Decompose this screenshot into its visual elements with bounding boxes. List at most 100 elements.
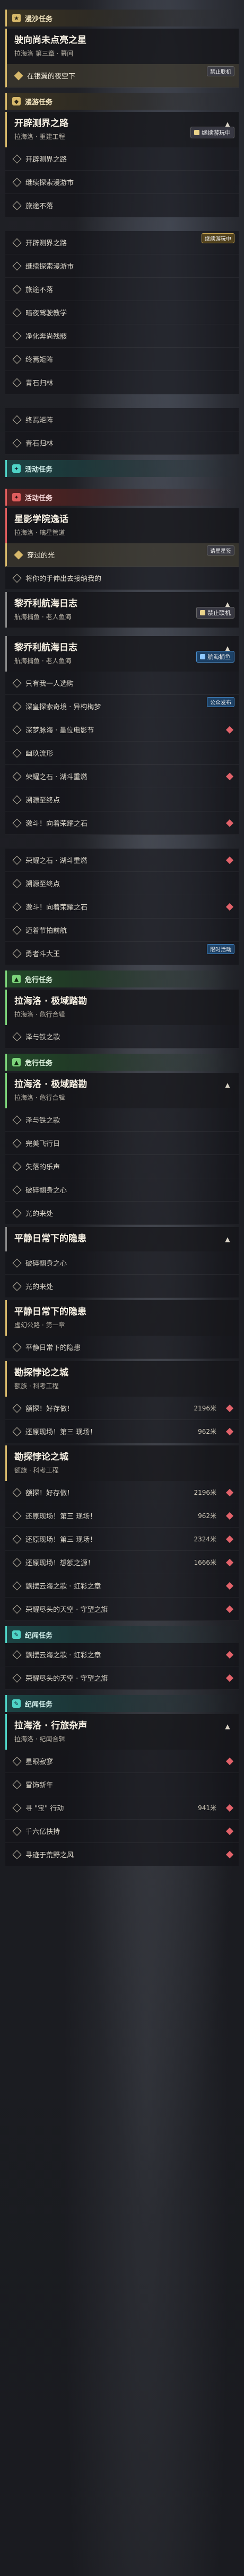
collapse-chevron-icon[interactable]: ▲ (223, 1080, 232, 1090)
task-item[interactable]: 旅途不落 (5, 194, 239, 217)
task-item[interactable]: 飘摆云海之歌 · 虹彩之章 (5, 1643, 239, 1666)
task-label: 青石归林 (25, 440, 54, 448)
task-item[interactable]: 幽玖流形 (5, 742, 239, 765)
task-item[interactable]: 破碎翻身之心 (5, 1251, 239, 1275)
quest-card[interactable]: 黎乔利航海日志 航海捕鱼 · 老人鱼海 ▲ 航海捕鱼 (5, 636, 239, 672)
task-item[interactable]: 还原现场！第三 现场！ 962米 (5, 1420, 239, 1443)
task-item[interactable]: 只有我一人选购 (5, 672, 239, 695)
task-item[interactable]: 泽与铁之歌 (5, 1025, 239, 1048)
task-checkbox-icon (12, 1343, 22, 1352)
task-item[interactable]: 激斗！向着荣耀之石 (5, 811, 239, 835)
task-item[interactable]: 荣耀尽头的天空 · 守望之旗 (5, 1666, 239, 1690)
distance-label: 2196米 (194, 1405, 216, 1412)
task-item[interactable]: 净化奔尚残骸 (5, 324, 239, 348)
task-item[interactable]: 溯源至终点 (5, 788, 239, 811)
collapse-chevron-icon[interactable]: ▲ (223, 1722, 232, 1731)
task-item[interactable]: 在银翼的夜空下 禁止联机 (5, 64, 239, 87)
task-item[interactable]: 穿过的光 请星星签 (5, 543, 239, 567)
task-item[interactable]: 泽与铁之歌 (5, 1108, 239, 1132)
quest-card[interactable]: 驶向尚未点亮之星 拉海洛 第三章 · 幕间 (5, 29, 239, 64)
task-item[interactable]: 开辟测界之路 (5, 147, 239, 171)
task-checkbox-icon (12, 1404, 22, 1413)
task-label: 迈着节拍前航 (25, 927, 67, 935)
task-item[interactable]: 平静日常下的隐患 (5, 1336, 239, 1359)
section-header-chronicle[interactable]: ✎ 纪闻任务 (5, 1626, 239, 1643)
task-item[interactable]: 荣耀之石 · 湖斗重燃 (5, 765, 239, 788)
section-header-event[interactable]: ✦ 活动任务 (5, 460, 239, 477)
task-item[interactable]: 雪饰新年 (5, 1773, 239, 1796)
quest-card[interactable]: 拉海洛 · 极域踏勘 拉海洛 · 危行合辑 ▲ (5, 1073, 239, 1108)
task-label: 深梦脉海 · 量位电影节 (25, 727, 94, 735)
task-item[interactable]: 继续探索漫游市 (5, 171, 239, 194)
section-header-event[interactable]: ✦ 活动任务 (5, 489, 239, 506)
task-item[interactable]: 暗夜驾驶教学 (5, 301, 239, 324)
task-label: 激斗！向着荣耀之石 (25, 904, 88, 912)
marker-diamond-icon (225, 1512, 234, 1520)
task-label: 还原现场！第三 现场！ (25, 1513, 97, 1521)
task-item[interactable]: 荣耀之石 · 湖斗重燃 (5, 849, 239, 872)
task-item[interactable]: 飘摆云海之歌 · 虹彩之章 (5, 1574, 239, 1598)
task-item[interactable]: 还原现场！第三 现场！ 2324米 (5, 1528, 239, 1551)
task-checkbox-icon (12, 308, 22, 317)
task-label: 荣耀尽头的天空 · 守望之旗 (25, 1606, 108, 1614)
section-header-main[interactable]: ★ 漫沙任务 (5, 10, 239, 27)
marker-diamond-icon (225, 726, 234, 734)
quest-card[interactable]: 星影学院逸话 拉海洛 · 璃星管道 (5, 508, 239, 543)
task-item[interactable]: 额探！好存做！ 2196米 (5, 1397, 239, 1420)
section-header-risk[interactable]: ▲ 危行任务 (5, 1054, 239, 1071)
quest-card[interactable]: 勘探悖论之城 额族 · 科考工程 (5, 1361, 239, 1397)
quest-card[interactable]: 勘探悖论之城 额族 · 科考工程 (5, 1445, 239, 1481)
quest-card[interactable]: 拉海洛 · 极域踏勘 拉海洛 · 危行合辑 (5, 990, 239, 1025)
task-item[interactable]: 终焉矩阵 (5, 348, 239, 371)
task-item[interactable]: 光的来处 (5, 1275, 239, 1298)
section-header-roaming[interactable]: ◆ 漫游任务 (5, 93, 239, 110)
task-checkbox-icon (12, 355, 22, 364)
task-label: 破碎翻身之心 (25, 1187, 67, 1195)
quest-title: 拉海洛 · 行旅杂声 (14, 1721, 88, 1731)
task-item[interactable]: 光的来处 (5, 1202, 239, 1225)
task-item[interactable]: 将你的手伸出去接纳我的 (5, 567, 239, 590)
task-item[interactable]: 还原现场！想额之源！ 1666米 (5, 1551, 239, 1574)
task-item[interactable]: 青石归林 (5, 431, 239, 455)
task-checkbox-icon (12, 725, 22, 734)
task-item[interactable]: 开辟测界之路 继续游玩中 (5, 231, 239, 254)
collapse-chevron-icon[interactable]: ▲ (223, 1234, 232, 1244)
task-item[interactable]: 千六亿扶持 (5, 1820, 239, 1843)
quest-title: 平静日常下的隐患 (14, 1307, 86, 1317)
task-item[interactable]: 寻迹于荒野之风 (5, 1843, 239, 1866)
task-item[interactable]: 终焉矩阵 (5, 408, 239, 431)
task-item[interactable]: 青石归林 (5, 371, 239, 394)
section-header-label: 漫游任务 (25, 98, 53, 107)
task-item[interactable]: 失落的乐声 (5, 1155, 239, 1178)
task-item[interactable]: 还原现场！第三 现场！ 962米 (5, 1504, 239, 1528)
quest-card[interactable]: 平静日常下的隐患 ▲ (5, 1227, 239, 1251)
task-item[interactable]: 星眼寂寥 (5, 1750, 239, 1773)
event-badge: 请星星签 (207, 545, 234, 555)
task-label: 开辟测界之路 (25, 240, 67, 248)
section-header-chronicle[interactable]: ✎ 纪闻任务 (5, 1695, 239, 1712)
distance-label: 941米 (198, 1804, 216, 1812)
task-item[interactable]: 深梦脉海 · 量位电影节 (5, 718, 239, 742)
task-item[interactable]: 破碎翻身之心 (5, 1178, 239, 1202)
task-item[interactable]: 溯源至终点 (5, 872, 239, 895)
quest-title: 勘探悖论之城 (14, 1452, 68, 1462)
task-item[interactable]: 额探！好存做！ 2196米 (5, 1481, 239, 1504)
quest-card[interactable]: 平静日常下的隐患 虚幻公路 · 第一章 (5, 1300, 239, 1336)
task-label: 泽与铁之歌 (25, 1117, 60, 1125)
quest-card[interactable]: 黎乔利航海日志 航海捕鱼 · 老人鱼海 ▲ 禁止联机 (5, 592, 239, 628)
task-item[interactable]: 荣耀尽头的天空 · 守望之旗 (5, 1598, 239, 1621)
task-item[interactable]: 勇者斗大王 限时活动 (5, 942, 239, 965)
task-item[interactable]: 深皇探索奇境 · 异构梅梦 公众发布 (5, 695, 239, 718)
task-label: 额探！好存做！ (25, 1405, 74, 1413)
section-header-risk[interactable]: ▲ 危行任务 (5, 971, 239, 987)
task-item[interactable]: 继续探索漫游市 (5, 254, 239, 278)
quest-subtitle: 拉海洛 · 璃星管道 (14, 529, 65, 536)
task-item[interactable]: 寻 "宝" 行动 941米 (5, 1796, 239, 1820)
task-item[interactable]: 激斗！向着荣耀之石 (5, 895, 239, 919)
task-item[interactable]: 完美飞行日 (5, 1132, 239, 1155)
task-label: 雪饰新年 (25, 1781, 54, 1789)
quest-card[interactable]: 开辟测界之路 拉海洛 · 重建工程 ▲ 继续游玩中 (5, 112, 239, 147)
task-item[interactable]: 迈着节拍前航 (5, 919, 239, 942)
task-item[interactable]: 旅途不落 (5, 278, 239, 301)
quest-card[interactable]: 拉海洛 · 行旅杂声 拉海洛 · 纪闻合辑 ▲ (5, 1714, 239, 1750)
